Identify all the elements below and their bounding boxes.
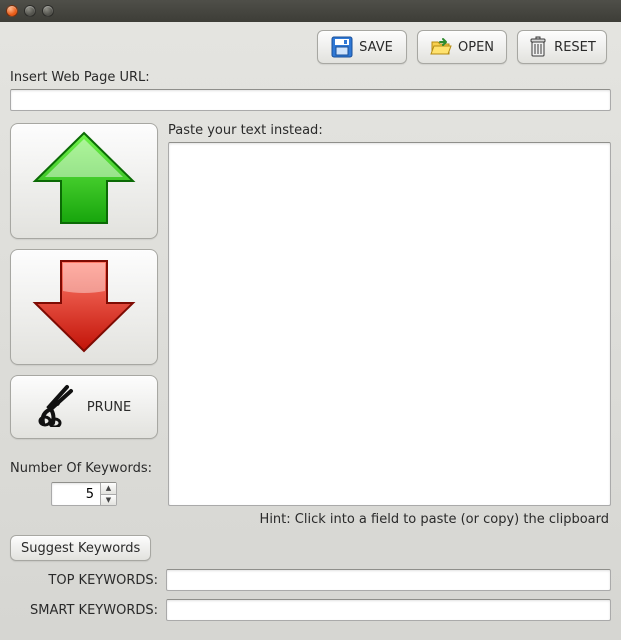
url-input[interactable] [10,89,611,111]
window-maximize-button[interactable] [42,5,54,17]
num-keywords-step-down[interactable]: ▼ [101,495,116,506]
smart-keywords-label: SMART KEYWORDS: [10,603,160,618]
right-column: Paste your text instead: [168,123,611,506]
suggest-keywords-button[interactable]: Suggest Keywords [10,535,151,561]
num-keywords-step-up[interactable]: ▲ [101,483,116,495]
hint-text: Hint: Click into a field to paste (or co… [10,512,609,527]
open-button[interactable]: OPEN [417,30,507,64]
move-up-button[interactable] [10,123,158,239]
trash-icon [528,36,548,58]
smart-keywords-input[interactable] [166,599,611,621]
top-toolbar: SAVE OPEN [10,30,611,64]
save-button[interactable]: SAVE [317,30,407,64]
suggest-keywords-label: Suggest Keywords [21,541,140,556]
window-close-button[interactable] [6,5,18,17]
shears-icon [37,383,81,431]
move-down-button[interactable] [10,249,158,365]
top-keywords-label: TOP KEYWORDS: [10,573,160,588]
prune-button-label: PRUNE [87,400,131,415]
open-button-label: OPEN [458,40,494,55]
num-keywords-label: Number Of Keywords: [10,461,158,476]
save-button-label: SAVE [359,40,393,55]
reset-button[interactable]: RESET [517,30,607,64]
num-keywords-input[interactable] [52,483,100,505]
paste-text-label: Paste your text instead: [168,123,611,138]
folder-open-icon [430,36,452,58]
left-column: PRUNE Number Of Keywords: ▲ ▼ [10,123,158,506]
num-keywords-spinner[interactable]: ▲ ▼ [51,482,117,506]
top-keywords-input[interactable] [166,569,611,591]
reset-button-label: RESET [554,40,596,55]
paste-text-area[interactable] [169,143,610,505]
arrow-down-icon [29,255,139,359]
prune-button[interactable]: PRUNE [10,375,158,439]
arrow-up-icon [29,129,139,233]
client-area: SAVE OPEN [0,22,621,640]
window-titlebar [0,0,621,22]
window-minimize-button[interactable] [24,5,36,17]
url-label: Insert Web Page URL: [10,70,611,85]
floppy-disk-icon [331,36,353,58]
